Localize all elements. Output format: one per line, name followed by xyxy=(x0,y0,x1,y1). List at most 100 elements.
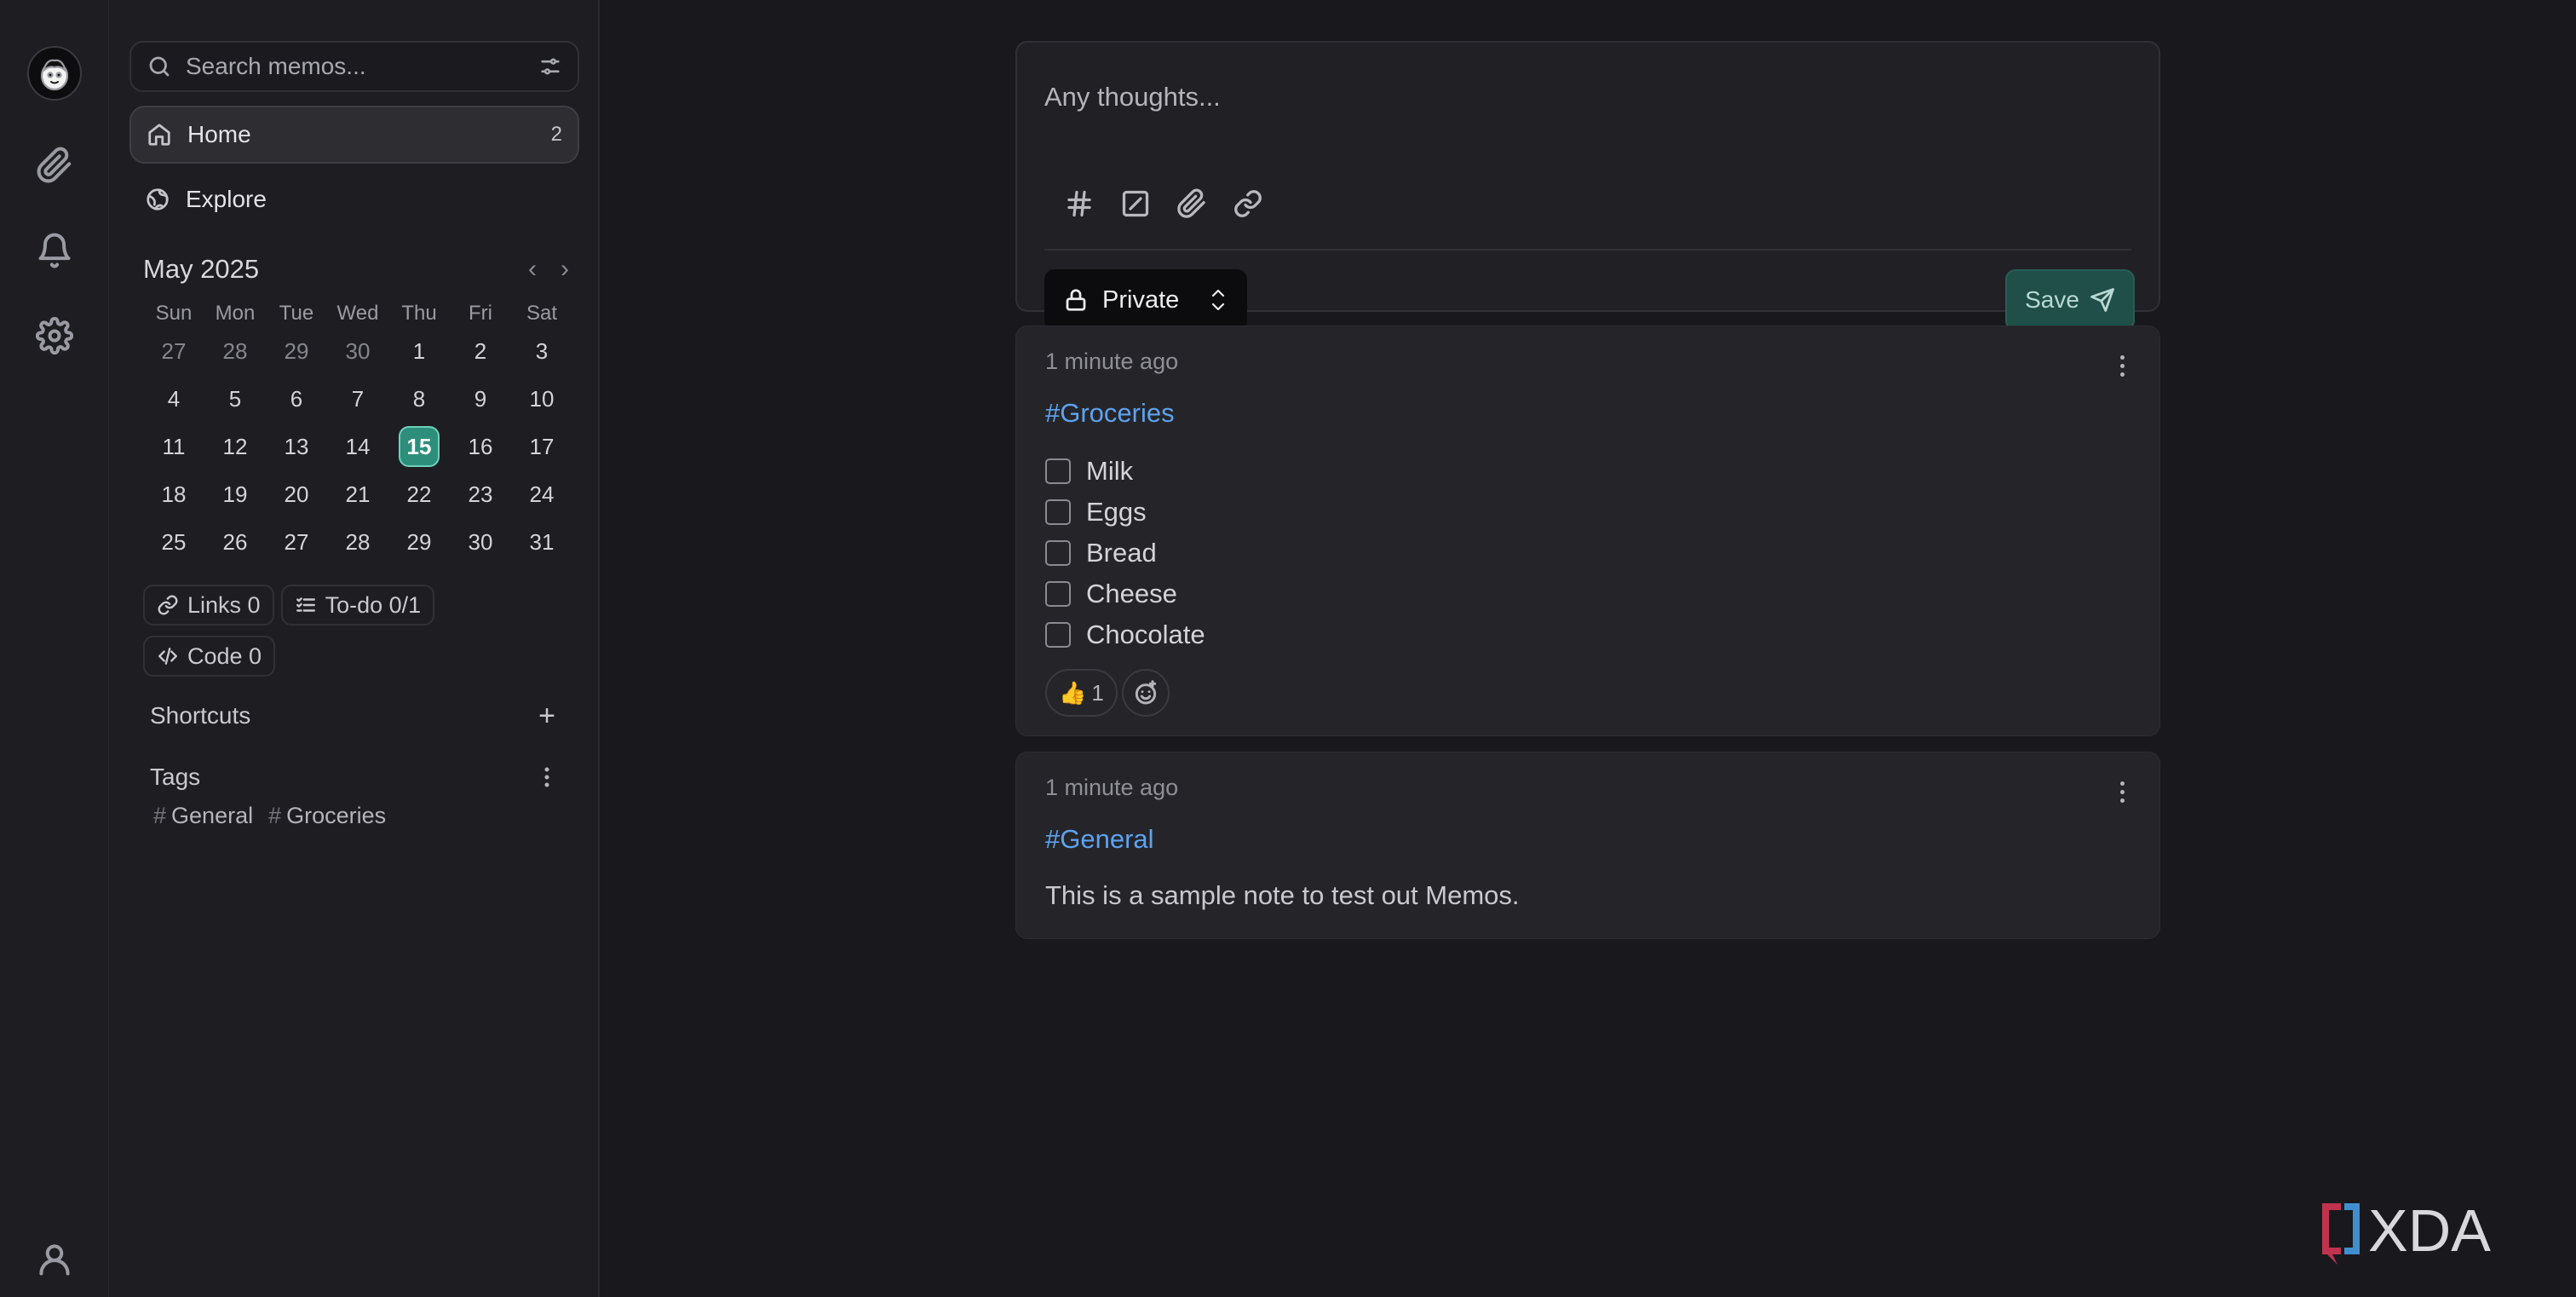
calendar-day-number: 3 xyxy=(535,338,549,364)
add-shortcut-button[interactable]: + xyxy=(532,700,562,731)
calendar-day[interactable]: 27 xyxy=(266,518,327,566)
add-reaction-button[interactable] xyxy=(1122,669,1170,717)
calendar-day[interactable]: 3 xyxy=(511,327,572,375)
calendar-day-number: 2 xyxy=(474,338,487,364)
app-logo[interactable] xyxy=(27,46,82,101)
calendar-day-number: 31 xyxy=(529,529,555,555)
calendar-day[interactable]: 29 xyxy=(388,518,450,566)
calendar-day[interactable]: 16 xyxy=(450,423,511,470)
calendar-day-today[interactable]: 15 xyxy=(388,423,450,470)
todo-item[interactable]: Cheese xyxy=(1045,574,1177,614)
memo-input[interactable] xyxy=(1044,82,2067,116)
calendar-day-number: 19 xyxy=(222,481,248,507)
calendar-day[interactable]: 2 xyxy=(450,327,511,375)
attach-file-button[interactable] xyxy=(1176,187,1208,220)
calendar-next-button[interactable]: › xyxy=(561,255,569,284)
home-icon xyxy=(148,124,170,146)
calendar-day[interactable]: 8 xyxy=(388,375,450,423)
save-button[interactable]: Save xyxy=(2005,269,2135,331)
memo-editor: Private Save xyxy=(1015,41,2160,331)
calendar-day[interactable]: 7 xyxy=(327,375,388,423)
calendar-day[interactable]: 4 xyxy=(143,375,204,423)
memo-more-button[interactable] xyxy=(2110,776,2134,807)
calendar-prev-button[interactable]: ‹ xyxy=(528,255,537,284)
calendar-day[interactable]: 26 xyxy=(204,518,266,566)
calendar-day[interactable]: 1 xyxy=(388,327,450,375)
calendar-day[interactable]: 25 xyxy=(143,518,204,566)
checkbox[interactable] xyxy=(1045,622,1071,648)
calendar-day[interactable]: 19 xyxy=(204,470,266,518)
checkbox-insert-button[interactable] xyxy=(1119,187,1152,220)
memo-tag-link[interactable]: #Groceries xyxy=(1045,398,1175,429)
memo-tag-link[interactable]: #General xyxy=(1045,824,1154,855)
calendar-day[interactable]: 11 xyxy=(143,423,204,470)
calendar-day-number: 10 xyxy=(529,386,555,412)
calendar-day[interactable]: 13 xyxy=(266,423,327,470)
stat-todo[interactable]: To-do 0/1 xyxy=(280,585,435,625)
checkbox[interactable] xyxy=(1045,540,1071,566)
checkbox[interactable] xyxy=(1045,581,1071,607)
reaction-thumbs-up[interactable]: 👍 1 xyxy=(1045,669,1118,717)
calendar-day[interactable]: 18 xyxy=(143,470,204,518)
stat-todo-label: To-do 0/1 xyxy=(325,591,422,618)
tags-title: Tags xyxy=(150,764,201,790)
calendar-day[interactable]: 12 xyxy=(204,423,266,470)
calendar-day[interactable]: 9 xyxy=(450,375,511,423)
calendar-day[interactable]: 29 xyxy=(266,327,327,375)
calendar-day[interactable]: 31 xyxy=(511,518,572,566)
checklist-icon xyxy=(296,597,315,612)
memos-logo-icon xyxy=(40,59,69,91)
tag-general[interactable]: # General xyxy=(153,803,253,829)
nav-explore[interactable]: Explore xyxy=(129,170,579,228)
search-box[interactable] xyxy=(129,41,579,92)
calendar-day-number: 13 xyxy=(284,434,309,459)
tag-list: # General # Groceries xyxy=(153,803,386,829)
calendar-day[interactable]: 22 xyxy=(388,470,450,518)
calendar-day-number: 26 xyxy=(222,529,248,555)
calendar-day-number: 4 xyxy=(167,386,181,412)
calendar-day-number: 14 xyxy=(345,434,371,459)
memo-timestamp: 1 minute ago xyxy=(1045,349,1179,374)
search-input[interactable] xyxy=(186,53,538,80)
hash-icon: # xyxy=(153,803,167,828)
tag-groceries[interactable]: # Groceries xyxy=(268,803,386,829)
checkbox[interactable] xyxy=(1045,499,1071,525)
calendar-day[interactable]: 24 xyxy=(511,470,572,518)
calendar-day[interactable]: 30 xyxy=(327,327,388,375)
calendar-day-number: 7 xyxy=(351,386,365,412)
visibility-select[interactable]: Private xyxy=(1044,269,1247,331)
calendar-day[interactable]: 17 xyxy=(511,423,572,470)
calendar-day[interactable]: 10 xyxy=(511,375,572,423)
todo-item[interactable]: Bread xyxy=(1045,533,1157,574)
checkbox[interactable] xyxy=(1045,458,1071,484)
tags-more-button[interactable] xyxy=(532,762,562,793)
calendar-day[interactable]: 20 xyxy=(266,470,327,518)
calendar-day[interactable]: 30 xyxy=(450,518,511,566)
stat-links[interactable]: Links 0 xyxy=(143,585,274,625)
stat-code[interactable]: Code 0 xyxy=(143,636,276,677)
calendar-day[interactable]: 28 xyxy=(327,518,388,566)
user-icon[interactable] xyxy=(34,1239,75,1280)
filter-sliders-icon[interactable] xyxy=(538,55,562,78)
memo-more-button[interactable] xyxy=(2110,350,2134,381)
bell-icon[interactable] xyxy=(34,230,75,271)
todo-item[interactable]: Milk xyxy=(1045,451,1133,492)
calendar-day[interactable]: 5 xyxy=(204,375,266,423)
calendar-day[interactable]: 6 xyxy=(266,375,327,423)
calendar-day[interactable]: 21 xyxy=(327,470,388,518)
calendar-day-number: 21 xyxy=(345,481,371,507)
calendar-day[interactable]: 28 xyxy=(204,327,266,375)
calendar-day-number: 16 xyxy=(468,434,493,459)
calendar-day-number: 24 xyxy=(529,481,555,507)
attachment-icon[interactable] xyxy=(34,145,75,186)
todo-item[interactable]: Eggs xyxy=(1045,492,1147,533)
calendar-day[interactable]: 14 xyxy=(327,423,388,470)
tag-insert-button[interactable] xyxy=(1063,187,1095,220)
calendar-day[interactable]: 27 xyxy=(143,327,204,375)
gear-icon[interactable] xyxy=(34,315,75,356)
link-memo-button[interactable] xyxy=(1232,187,1264,220)
nav-home[interactable]: Home 2 xyxy=(129,106,579,164)
calendar-weekday: Thu xyxy=(401,302,437,325)
todo-item[interactable]: Chocolate xyxy=(1045,614,1205,655)
calendar-day[interactable]: 23 xyxy=(450,470,511,518)
